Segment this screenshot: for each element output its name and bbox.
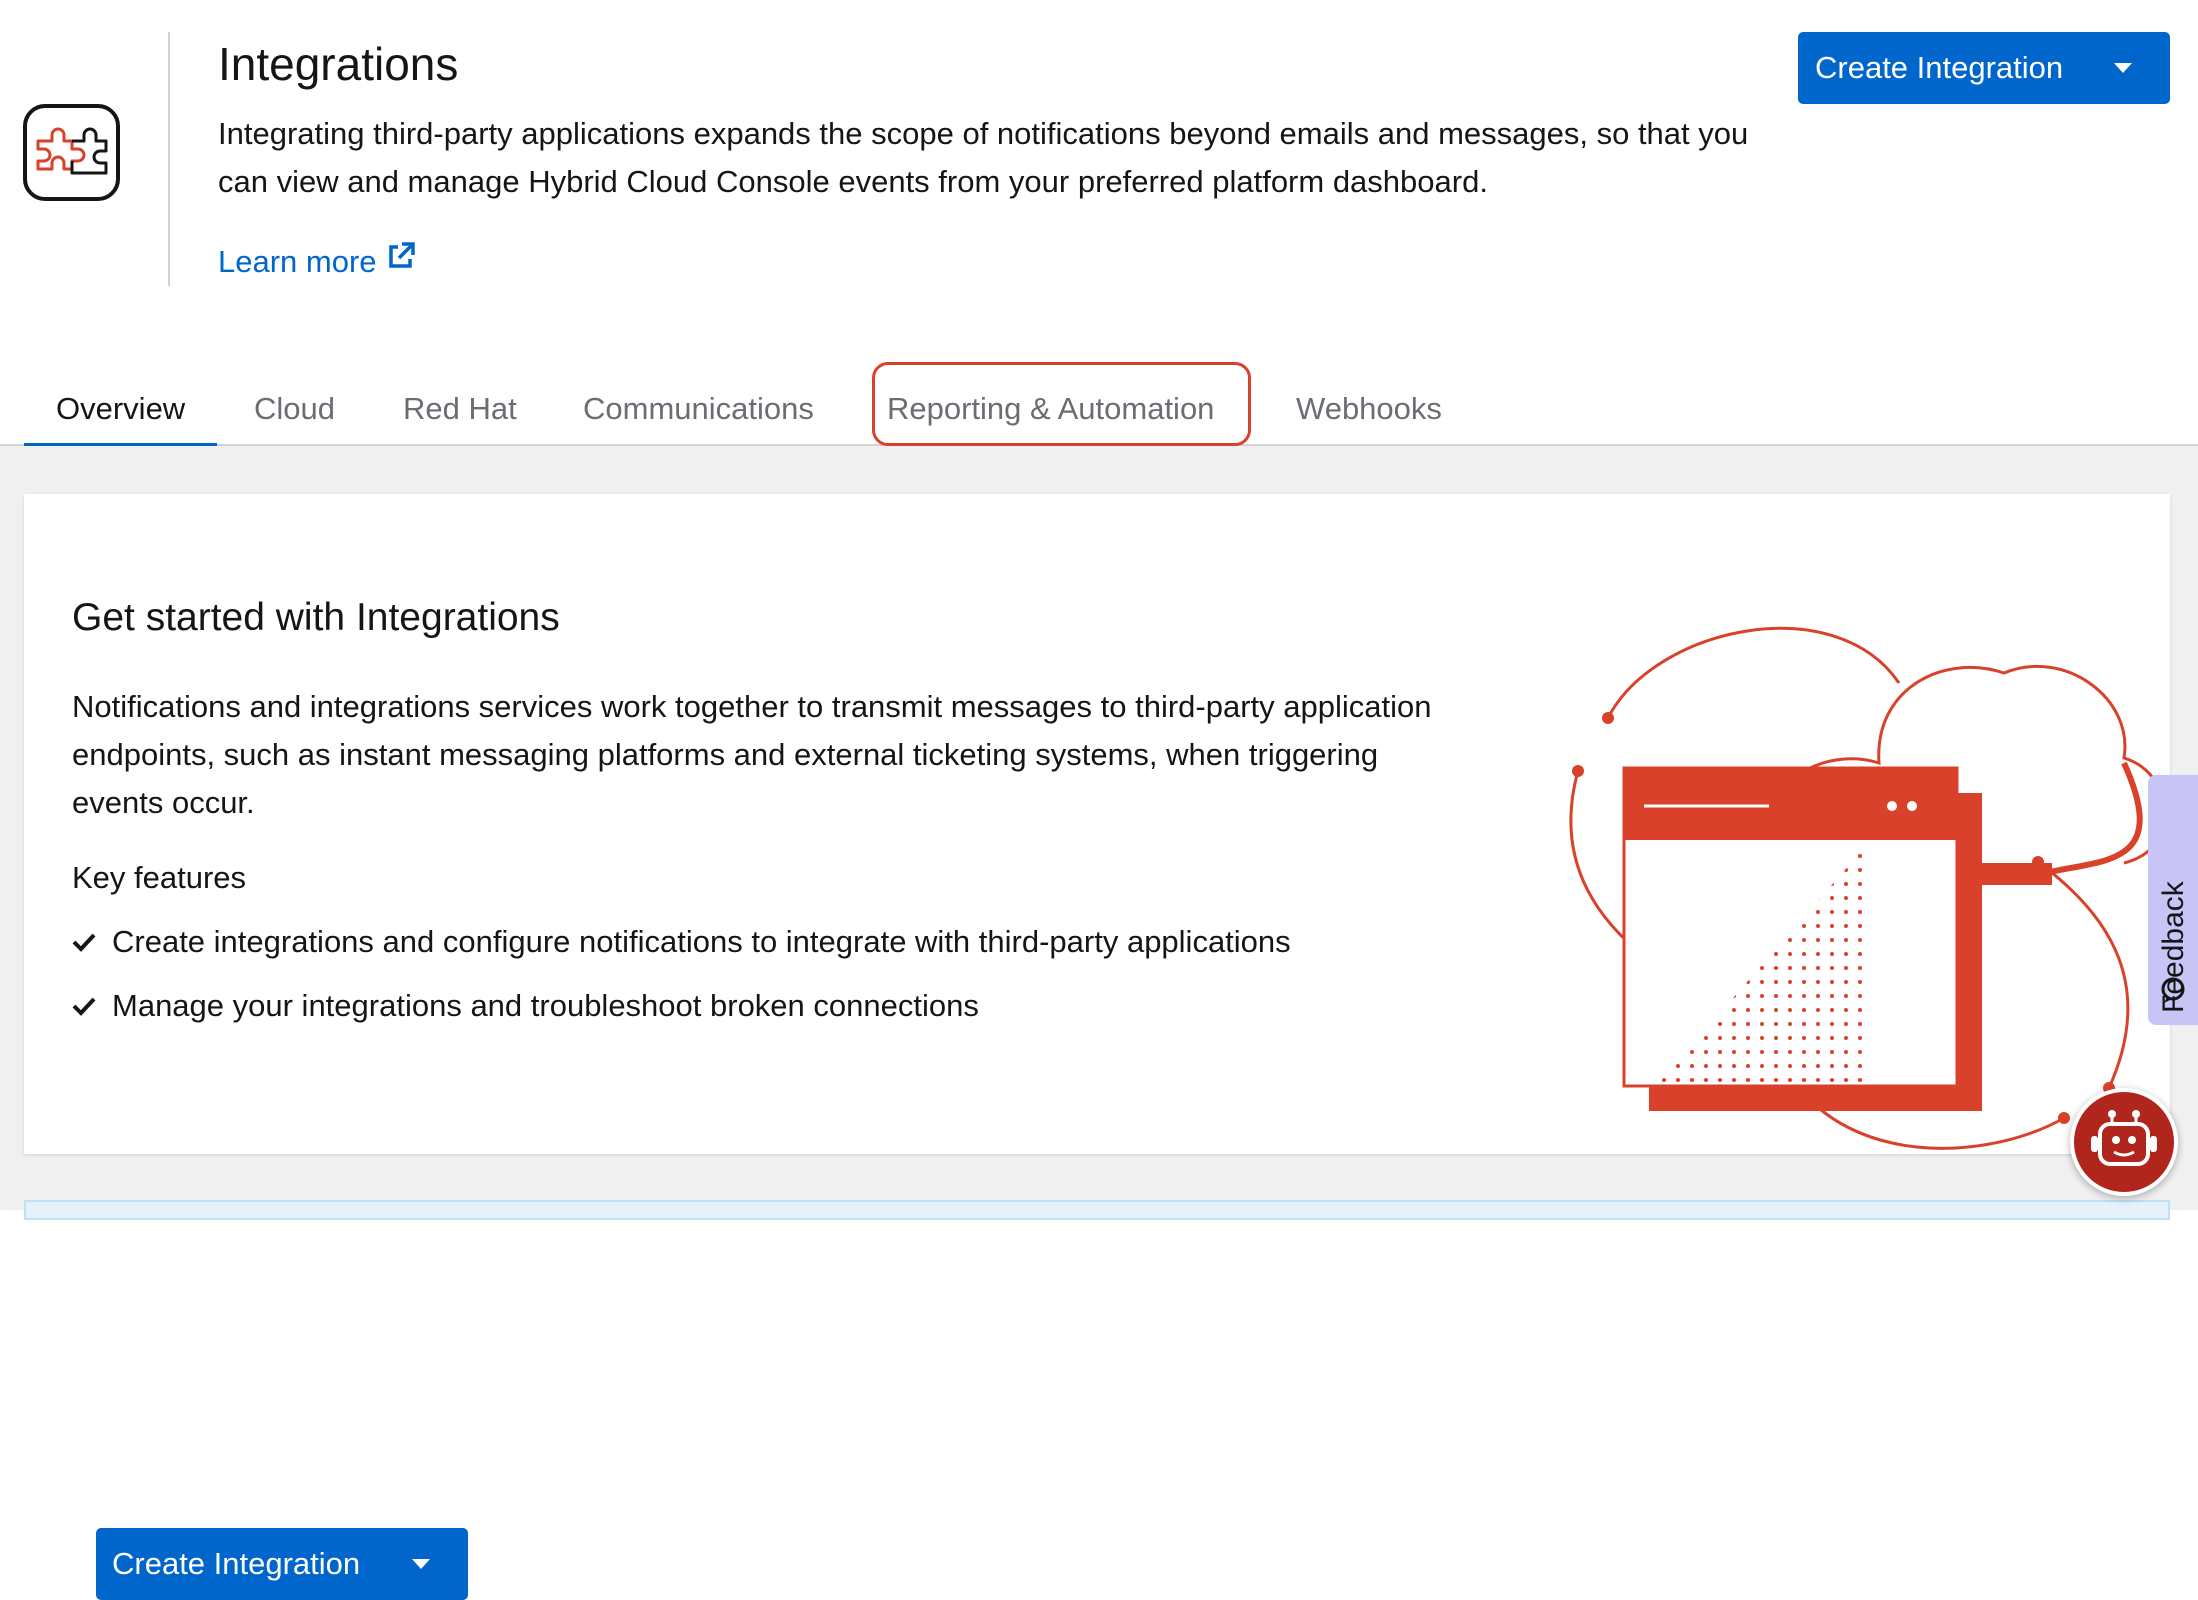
puzzle-piece-icon (23, 104, 120, 201)
tab-overview[interactable]: Overview (23, 372, 218, 448)
caret-down-icon (412, 1559, 430, 1569)
create-integration-label: Create Integration (112, 1546, 361, 1581)
create-integration-button[interactable]: Create Integration (1798, 32, 2170, 104)
tab-reporting-automation[interactable]: Reporting & Automation (887, 372, 1214, 446)
learn-more-link[interactable]: Learn more (218, 240, 417, 284)
key-features-title: Key features (72, 860, 247, 895)
feature-item: Create integrations and configure notifi… (72, 920, 1291, 964)
learn-more-label: Learn more (218, 244, 377, 279)
tab-bar: Overview Cloud Red Hat Communications Re… (0, 372, 2198, 448)
chatbot-launcher[interactable] (2070, 1088, 2178, 1196)
get-started-card: Get started with Integrations Notificati… (24, 494, 2170, 1600)
robot-icon (2088, 1108, 2160, 1177)
card-title: Get started with Integrations (72, 596, 560, 639)
content-area: Get started with Integrations Notificati… (0, 446, 2198, 1600)
check-icon (72, 984, 96, 1028)
card-description: Notifications and integrations services … (72, 689, 1432, 820)
check-icon (72, 920, 96, 964)
feedback-tab[interactable]: Feedback (2148, 775, 2198, 1025)
tab-webhooks[interactable]: Webhooks (1296, 372, 1442, 446)
caret-down-icon (2114, 63, 2132, 73)
tab-communications[interactable]: Communications (583, 372, 814, 446)
feature-text: Manage your integrations and troubleshoo… (112, 988, 979, 1023)
tab-cloud[interactable]: Cloud (254, 372, 335, 446)
external-link-icon (385, 240, 417, 284)
chat-bubble-icon (2158, 975, 2188, 1010)
feature-text: Create integrations and configure notifi… (112, 924, 1291, 959)
feature-item: Manage your integrations and troubleshoo… (72, 984, 979, 1028)
create-integration-label: Create Integration (1815, 50, 2064, 85)
tab-red-hat[interactable]: Red Hat (403, 372, 517, 446)
info-alert-strip (24, 1200, 2170, 1220)
page-description: Integrating third-party applications exp… (218, 116, 1749, 199)
page-title: Integrations (218, 38, 459, 90)
header-divider (168, 32, 170, 286)
create-integration-button-card[interactable]: Create Integration (96, 1528, 468, 1600)
integrations-illustration (1534, 558, 2184, 1158)
